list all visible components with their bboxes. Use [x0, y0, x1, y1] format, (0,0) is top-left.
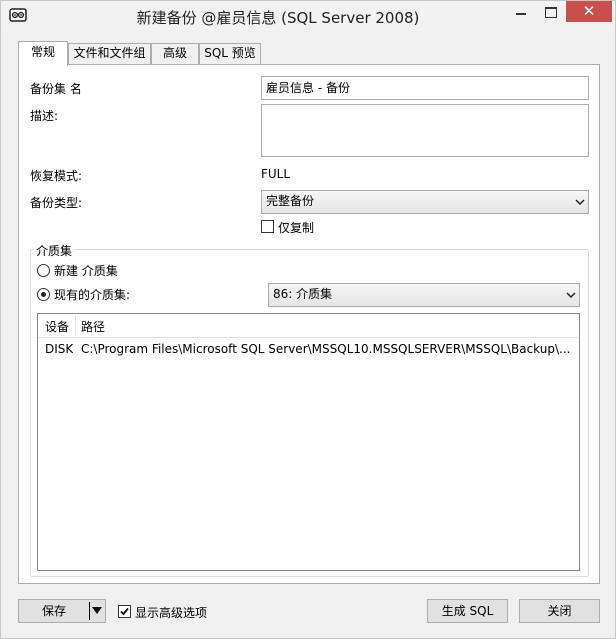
- tab-advanced[interactable]: 高级: [151, 43, 199, 64]
- show-advanced-checkbox[interactable]: [118, 605, 131, 618]
- media-device-list[interactable]: 设备 路径 DISK C:\Program Files\Microsoft SQ…: [37, 313, 580, 571]
- tab-general-label: 常规: [30, 45, 55, 59]
- existing-media-set-radio[interactable]: [37, 288, 50, 301]
- device-cell: DISK: [45, 342, 74, 356]
- title-bar[interactable]: 新建备份 @雇员信息 (SQL Server 2008) ✕: [1, 1, 615, 31]
- description-textarea[interactable]: [261, 104, 589, 157]
- existing-media-set-value: 86: 介质集: [273, 287, 333, 301]
- window-title: 新建备份 @雇员信息 (SQL Server 2008): [136, 9, 420, 27]
- backup-dialog-window: 新建备份 @雇员信息 (SQL Server 2008) ✕ 常规 文件和文件组…: [0, 0, 616, 639]
- chevron-down-icon: [575, 199, 585, 206]
- new-media-set-label: 新建 介质集: [54, 264, 118, 278]
- maximize-button[interactable]: [536, 1, 566, 25]
- dropdown-arrow-icon[interactable]: [92, 607, 102, 615]
- description-label: 描述:: [30, 109, 59, 123]
- close-button[interactable]: 关闭: [519, 599, 600, 623]
- save-split-button[interactable]: 保存: [18, 599, 106, 623]
- tab-files-label: 文件和文件组: [73, 46, 146, 60]
- show-advanced-label: 显示高级选项: [135, 606, 208, 620]
- checkmark-icon: [120, 607, 129, 616]
- copy-only-label: 仅复制: [278, 221, 315, 235]
- recovery-model-value: FULL: [261, 167, 291, 181]
- backup-type-select[interactable]: 完整备份: [261, 190, 589, 214]
- tab-files-and-filegroups[interactable]: 文件和文件组: [68, 43, 151, 64]
- tab-advanced-label: 高级: [162, 46, 187, 60]
- minimize-button[interactable]: [506, 1, 536, 25]
- backup-type-label: 备份类型:: [30, 196, 83, 210]
- close-window-button[interactable]: ✕: [566, 1, 612, 22]
- generate-sql-button[interactable]: 生成 SQL: [427, 599, 508, 623]
- recovery-model-label: 恢复模式:: [30, 169, 83, 183]
- column-header-path[interactable]: 路径: [81, 318, 105, 335]
- chevron-down-icon: [566, 292, 576, 299]
- list-header: 设备 路径: [38, 314, 579, 338]
- existing-media-set-label: 现有的介质集:: [54, 288, 131, 302]
- backup-type-value: 完整备份: [266, 194, 315, 208]
- existing-media-set-select[interactable]: 86: 介质集: [268, 283, 580, 307]
- split-divider: [89, 602, 90, 620]
- column-separator[interactable]: [75, 316, 76, 336]
- save-button-label: 保存: [42, 604, 67, 618]
- copy-only-checkbox[interactable]: [261, 220, 274, 233]
- tab-general[interactable]: 常规: [18, 41, 68, 66]
- tab-sql-preview-label: SQL 预览: [204, 46, 256, 60]
- new-media-set-radio[interactable]: [37, 264, 50, 277]
- backup-set-name-label: 备份集 名: [30, 82, 82, 96]
- close-icon: ✕: [582, 2, 596, 20]
- table-row[interactable]: DISK C:\Program Files\Microsoft SQL Serv…: [38, 342, 579, 360]
- column-header-device[interactable]: 设备: [45, 318, 69, 335]
- backup-set-name-input[interactable]: 雇员信息 - 备份: [261, 76, 589, 100]
- tab-sql-preview[interactable]: SQL 预览: [199, 43, 261, 64]
- path-cell: C:\Program Files\Microsoft SQL Server\MS…: [81, 342, 571, 356]
- media-set-group-title: 介质集: [34, 242, 75, 259]
- app-icon: [9, 8, 27, 22]
